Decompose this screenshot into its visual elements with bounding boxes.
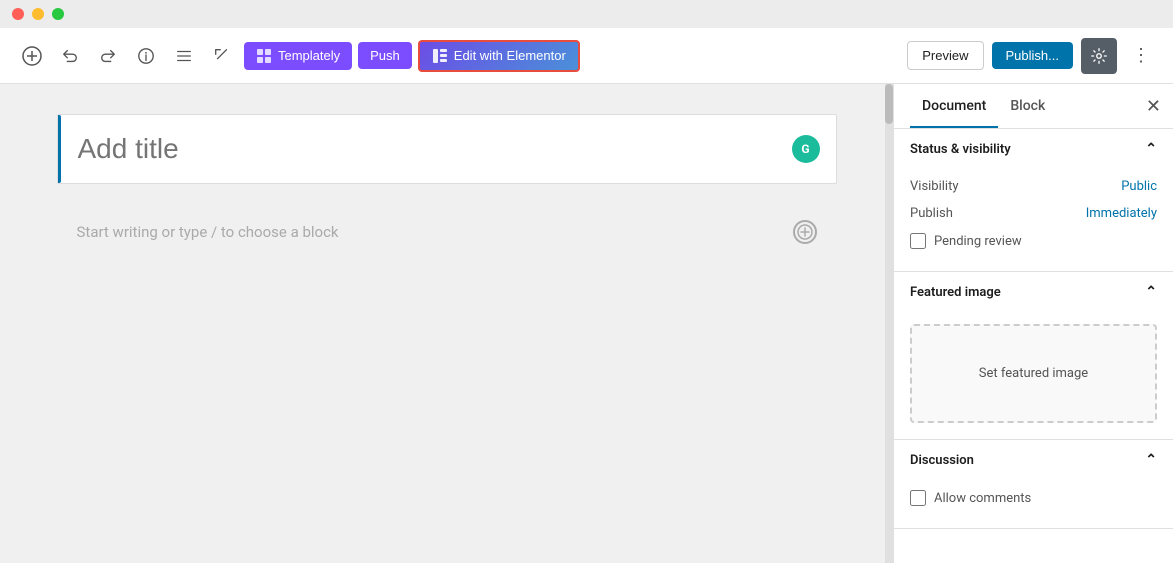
content-placeholder: Start writing or type / to choose a bloc…: [77, 223, 339, 241]
redo-button[interactable]: [92, 40, 124, 72]
publish-button[interactable]: Publish...: [992, 42, 1073, 69]
pending-review-row: Pending review: [910, 227, 1157, 255]
publish-label: Publish...: [1006, 48, 1059, 63]
tab-document[interactable]: Document: [910, 84, 998, 128]
settings-button[interactable]: [1081, 38, 1117, 74]
tools-button[interactable]: [206, 40, 238, 72]
traffic-light-green[interactable]: [52, 8, 64, 20]
sidebar-header: Document Block ✕: [894, 84, 1173, 129]
push-button[interactable]: Push: [358, 42, 412, 69]
tab-block[interactable]: Block: [998, 84, 1057, 128]
templately-button[interactable]: Templately: [244, 42, 352, 70]
section-featured-image-content: Set featured image: [894, 312, 1173, 439]
main-layout: G Start writing or type / to choose a bl…: [0, 84, 1173, 563]
more-icon: ⋮: [1132, 45, 1150, 66]
content-block: Start writing or type / to choose a bloc…: [57, 200, 837, 264]
avatar: G: [792, 135, 820, 163]
scrollbar-thumb[interactable]: [885, 84, 893, 124]
undo-button[interactable]: [54, 40, 86, 72]
title-input[interactable]: [78, 133, 816, 165]
section-discussion-content: Allow comments: [894, 480, 1173, 528]
pending-review-checkbox[interactable]: [910, 233, 926, 249]
block-indicator: [58, 115, 61, 183]
visibility-label: Visibility: [910, 179, 959, 194]
templately-label: Templately: [278, 48, 340, 63]
edit-with-elementor-button[interactable]: Edit with Elementor: [418, 40, 580, 72]
sidebar: Document Block ✕ Status & visibility Vis…: [893, 84, 1173, 563]
publish-label: Publish: [910, 206, 953, 221]
pending-review-label[interactable]: Pending review: [934, 234, 1022, 249]
allow-comments-checkbox[interactable]: [910, 490, 926, 506]
traffic-light-red[interactable]: [12, 8, 24, 20]
sidebar-close-button[interactable]: ✕: [1146, 96, 1161, 117]
info-button[interactable]: [130, 40, 162, 72]
add-block-button[interactable]: [16, 40, 48, 72]
elementor-label: Edit with Elementor: [454, 48, 566, 63]
publish-value[interactable]: Immediately: [1086, 206, 1157, 221]
section-discussion: Discussion Allow comments: [894, 440, 1173, 529]
allow-comments-label[interactable]: Allow comments: [934, 491, 1031, 506]
add-block-inline-button[interactable]: [793, 220, 817, 244]
set-featured-image-button[interactable]: Set featured image: [910, 324, 1157, 423]
preview-label: Preview: [922, 48, 968, 63]
visibility-row: Visibility Public: [910, 173, 1157, 200]
list-view-button[interactable]: [168, 40, 200, 72]
scrollbar-track[interactable]: [885, 84, 893, 563]
section-discussion-header[interactable]: Discussion: [894, 440, 1173, 480]
section-featured-image-header[interactable]: Featured image: [894, 272, 1173, 312]
toolbar-right: Preview Publish... ⋮: [907, 38, 1157, 74]
section-status-visibility-header[interactable]: Status & visibility: [894, 129, 1173, 169]
editor-area: G Start writing or type / to choose a bl…: [0, 84, 893, 563]
collapse-featured-image-icon: [1145, 284, 1157, 300]
traffic-light-yellow[interactable]: [32, 8, 44, 20]
editor-canvas: G Start writing or type / to choose a bl…: [57, 114, 837, 533]
collapse-status-icon: [1145, 141, 1157, 157]
title-block[interactable]: G: [57, 114, 837, 184]
push-label: Push: [370, 48, 400, 63]
visibility-value[interactable]: Public: [1121, 179, 1157, 194]
more-options-button[interactable]: ⋮: [1125, 40, 1157, 72]
toolbar-left: Templately Push Edit with Elementor: [16, 40, 899, 72]
publish-row: Publish Immediately: [910, 200, 1157, 227]
allow-comments-row: Allow comments: [910, 484, 1157, 512]
collapse-discussion-icon: [1145, 452, 1157, 468]
section-status-visibility-content: Visibility Public Publish Immediately Pe…: [894, 169, 1173, 271]
section-status-visibility: Status & visibility Visibility Public Pu…: [894, 129, 1173, 272]
toolbar: Templately Push Edit with Elementor Prev…: [0, 28, 1173, 84]
preview-button[interactable]: Preview: [907, 41, 983, 70]
title-bar: [0, 0, 1173, 28]
section-featured-image: Featured image Set featured image: [894, 272, 1173, 440]
